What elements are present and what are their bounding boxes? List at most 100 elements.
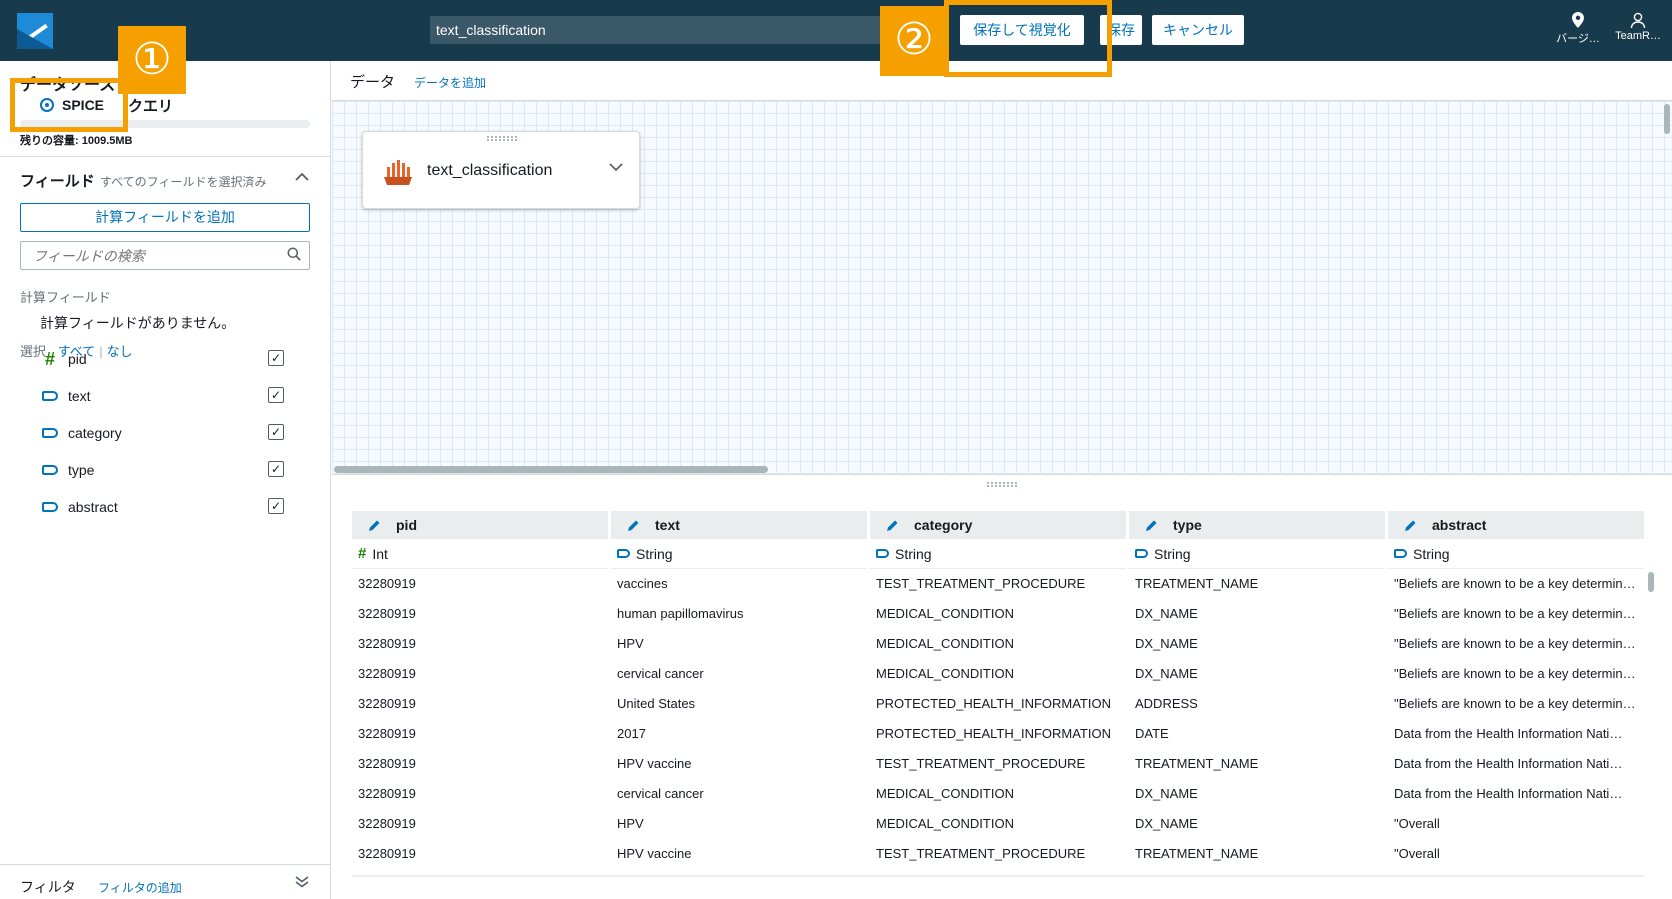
scrollbar-thumb[interactable] xyxy=(334,466,768,473)
pencil-icon[interactable] xyxy=(627,519,640,532)
field-item-text[interactable]: text ✓ xyxy=(40,384,290,408)
field-search[interactable] xyxy=(20,241,310,270)
cancel-button[interactable]: キャンセル xyxy=(1152,15,1244,45)
column-header-pid[interactable]: pid xyxy=(352,511,608,539)
number-hash-icon: # xyxy=(358,544,367,562)
table-cell: MEDICAL_CONDITION xyxy=(876,606,1014,621)
column-header-abstract[interactable]: abstract xyxy=(1388,511,1644,539)
annotation-badge-2: ② xyxy=(880,6,948,76)
string-tag-icon xyxy=(1135,549,1148,558)
table-cell: "Overall xyxy=(1394,816,1440,831)
column-header-category[interactable]: category xyxy=(870,511,1126,539)
drag-handle-icon[interactable] xyxy=(487,136,517,141)
column-type-text[interactable]: String xyxy=(611,539,867,569)
table-cell: human papillomavirus xyxy=(617,606,744,621)
column-type-category[interactable]: String xyxy=(870,539,1126,569)
table-cell: "Beliefs are known to be a key determin… xyxy=(1394,576,1636,591)
table-cell: DX_NAME xyxy=(1135,816,1198,831)
column-name: abstract xyxy=(1432,517,1487,533)
field-search-input[interactable] xyxy=(33,242,283,269)
table-cell: "Beliefs are known to be a key determin… xyxy=(1394,696,1636,711)
radio-query[interactable]: クエリ xyxy=(128,95,173,116)
column-name: category xyxy=(914,517,973,533)
calculated-fields-label: 計算フィールド xyxy=(20,290,111,305)
table-cell: 32280919 xyxy=(358,636,416,651)
column-type-abstract[interactable]: String xyxy=(1388,539,1644,569)
add-filter-link[interactable]: フィルタの追加 xyxy=(98,879,182,896)
table-cell: ADDRESS xyxy=(1135,696,1198,711)
table-cell: 32280919 xyxy=(358,726,416,741)
table-cell: DX_NAME xyxy=(1135,786,1198,801)
table-cell: TEST_TREATMENT_PROCEDURE xyxy=(876,756,1086,771)
chevron-up-icon[interactable] xyxy=(295,169,309,187)
table-cell: TREATMENT_NAME xyxy=(1135,846,1259,861)
field-checkbox[interactable]: ✓ xyxy=(268,350,284,366)
table-cell: DX_NAME xyxy=(1135,636,1198,651)
table-cell: "Beliefs are known to be a key determin… xyxy=(1394,636,1636,651)
field-item-pid[interactable]: # pid ✓ xyxy=(40,347,290,371)
field-item-type[interactable]: type ✓ xyxy=(40,458,290,482)
field-item-category[interactable]: category ✓ xyxy=(40,421,290,445)
table-cell: 32280919 xyxy=(358,786,416,801)
user-label: TeamR… xyxy=(1615,30,1661,42)
field-name: text xyxy=(68,388,91,404)
table-cell: Data from the Health Information Nati… xyxy=(1394,786,1623,801)
pencil-icon[interactable] xyxy=(1145,519,1158,532)
field-checkbox[interactable]: ✓ xyxy=(268,424,284,440)
left-panel: データソース SPICE クエリ 残りの容量: 1009.5MB フィールド す… xyxy=(0,61,331,899)
table-cell: 32280919 xyxy=(358,816,416,831)
dataset-node[interactable]: text_classification xyxy=(362,131,640,209)
column-header-text[interactable]: text xyxy=(611,511,867,539)
node-label: text_classification xyxy=(427,162,553,179)
region-menu[interactable]: バージ… xyxy=(1550,12,1606,46)
string-tag-icon xyxy=(1394,549,1407,558)
canvas-horizontal-scrollbar[interactable] xyxy=(332,466,1672,474)
divider xyxy=(0,156,330,157)
table-cell: TEST_TREATMENT_PROCEDURE xyxy=(876,576,1086,591)
table-cell: cervical cancer xyxy=(617,786,704,801)
pencil-icon[interactable] xyxy=(886,519,899,532)
search-icon xyxy=(287,247,301,261)
table-cell: MEDICAL_CONDITION xyxy=(876,816,1014,831)
chevron-down-icon[interactable] xyxy=(295,875,309,893)
table-cell: HPV vaccine xyxy=(617,846,692,861)
column-type-type[interactable]: String xyxy=(1129,539,1385,569)
dataset-name-input[interactable]: text_classification xyxy=(430,16,890,44)
join-canvas[interactable]: text_classification xyxy=(332,101,1672,474)
field-item-abstract[interactable]: abstract ✓ xyxy=(40,495,290,519)
pane-splitter[interactable] xyxy=(332,474,1672,494)
quicksight-logo-icon[interactable] xyxy=(17,13,53,49)
drag-handle-icon[interactable] xyxy=(987,482,1017,487)
add-calculated-field-button[interactable]: 計算フィールドを追加 xyxy=(20,203,310,232)
capacity-text: 残りの容量: 1009.5MB xyxy=(20,135,133,147)
field-checkbox[interactable]: ✓ xyxy=(268,461,284,477)
field-checkbox[interactable]: ✓ xyxy=(268,387,284,403)
table-cell: PROTECTED_HEALTH_INFORMATION xyxy=(876,696,1111,711)
fields-title: フィールド xyxy=(20,173,95,190)
column-type-pid[interactable]: # Int xyxy=(352,539,608,569)
table-cell: MEDICAL_CONDITION xyxy=(876,636,1014,651)
field-name: abstract xyxy=(68,499,118,515)
string-tag-icon xyxy=(617,549,630,558)
table-vertical-scrollbar[interactable] xyxy=(1648,572,1654,592)
table-cell: HPV vaccine xyxy=(617,756,692,771)
filter-title: フィルタ xyxy=(20,879,76,895)
string-tag-icon xyxy=(876,549,889,558)
field-checkbox[interactable]: ✓ xyxy=(268,498,284,514)
canvas-vertical-scrollbar[interactable] xyxy=(1664,104,1670,134)
table-cell: "Overall xyxy=(1394,846,1440,861)
user-menu[interactable]: TeamR… xyxy=(1610,12,1666,42)
table-cell: United States xyxy=(617,696,696,711)
column-type: String xyxy=(1413,545,1450,562)
add-data-link[interactable]: データを追加 xyxy=(414,74,486,91)
column-header-type[interactable]: type xyxy=(1129,511,1385,539)
pencil-icon[interactable] xyxy=(1404,519,1417,532)
table-cell: Data from the Health Information Nati… xyxy=(1394,756,1623,771)
table-cell: 32280919 xyxy=(358,756,416,771)
field-name: category xyxy=(68,425,122,441)
table-cell: 2017 xyxy=(617,726,646,741)
chevron-down-icon[interactable] xyxy=(609,160,623,174)
region-label: バージ… xyxy=(1556,33,1600,45)
pencil-icon[interactable] xyxy=(368,519,381,532)
no-calculated-fields-text: 計算フィールドがありません。 xyxy=(40,315,236,331)
